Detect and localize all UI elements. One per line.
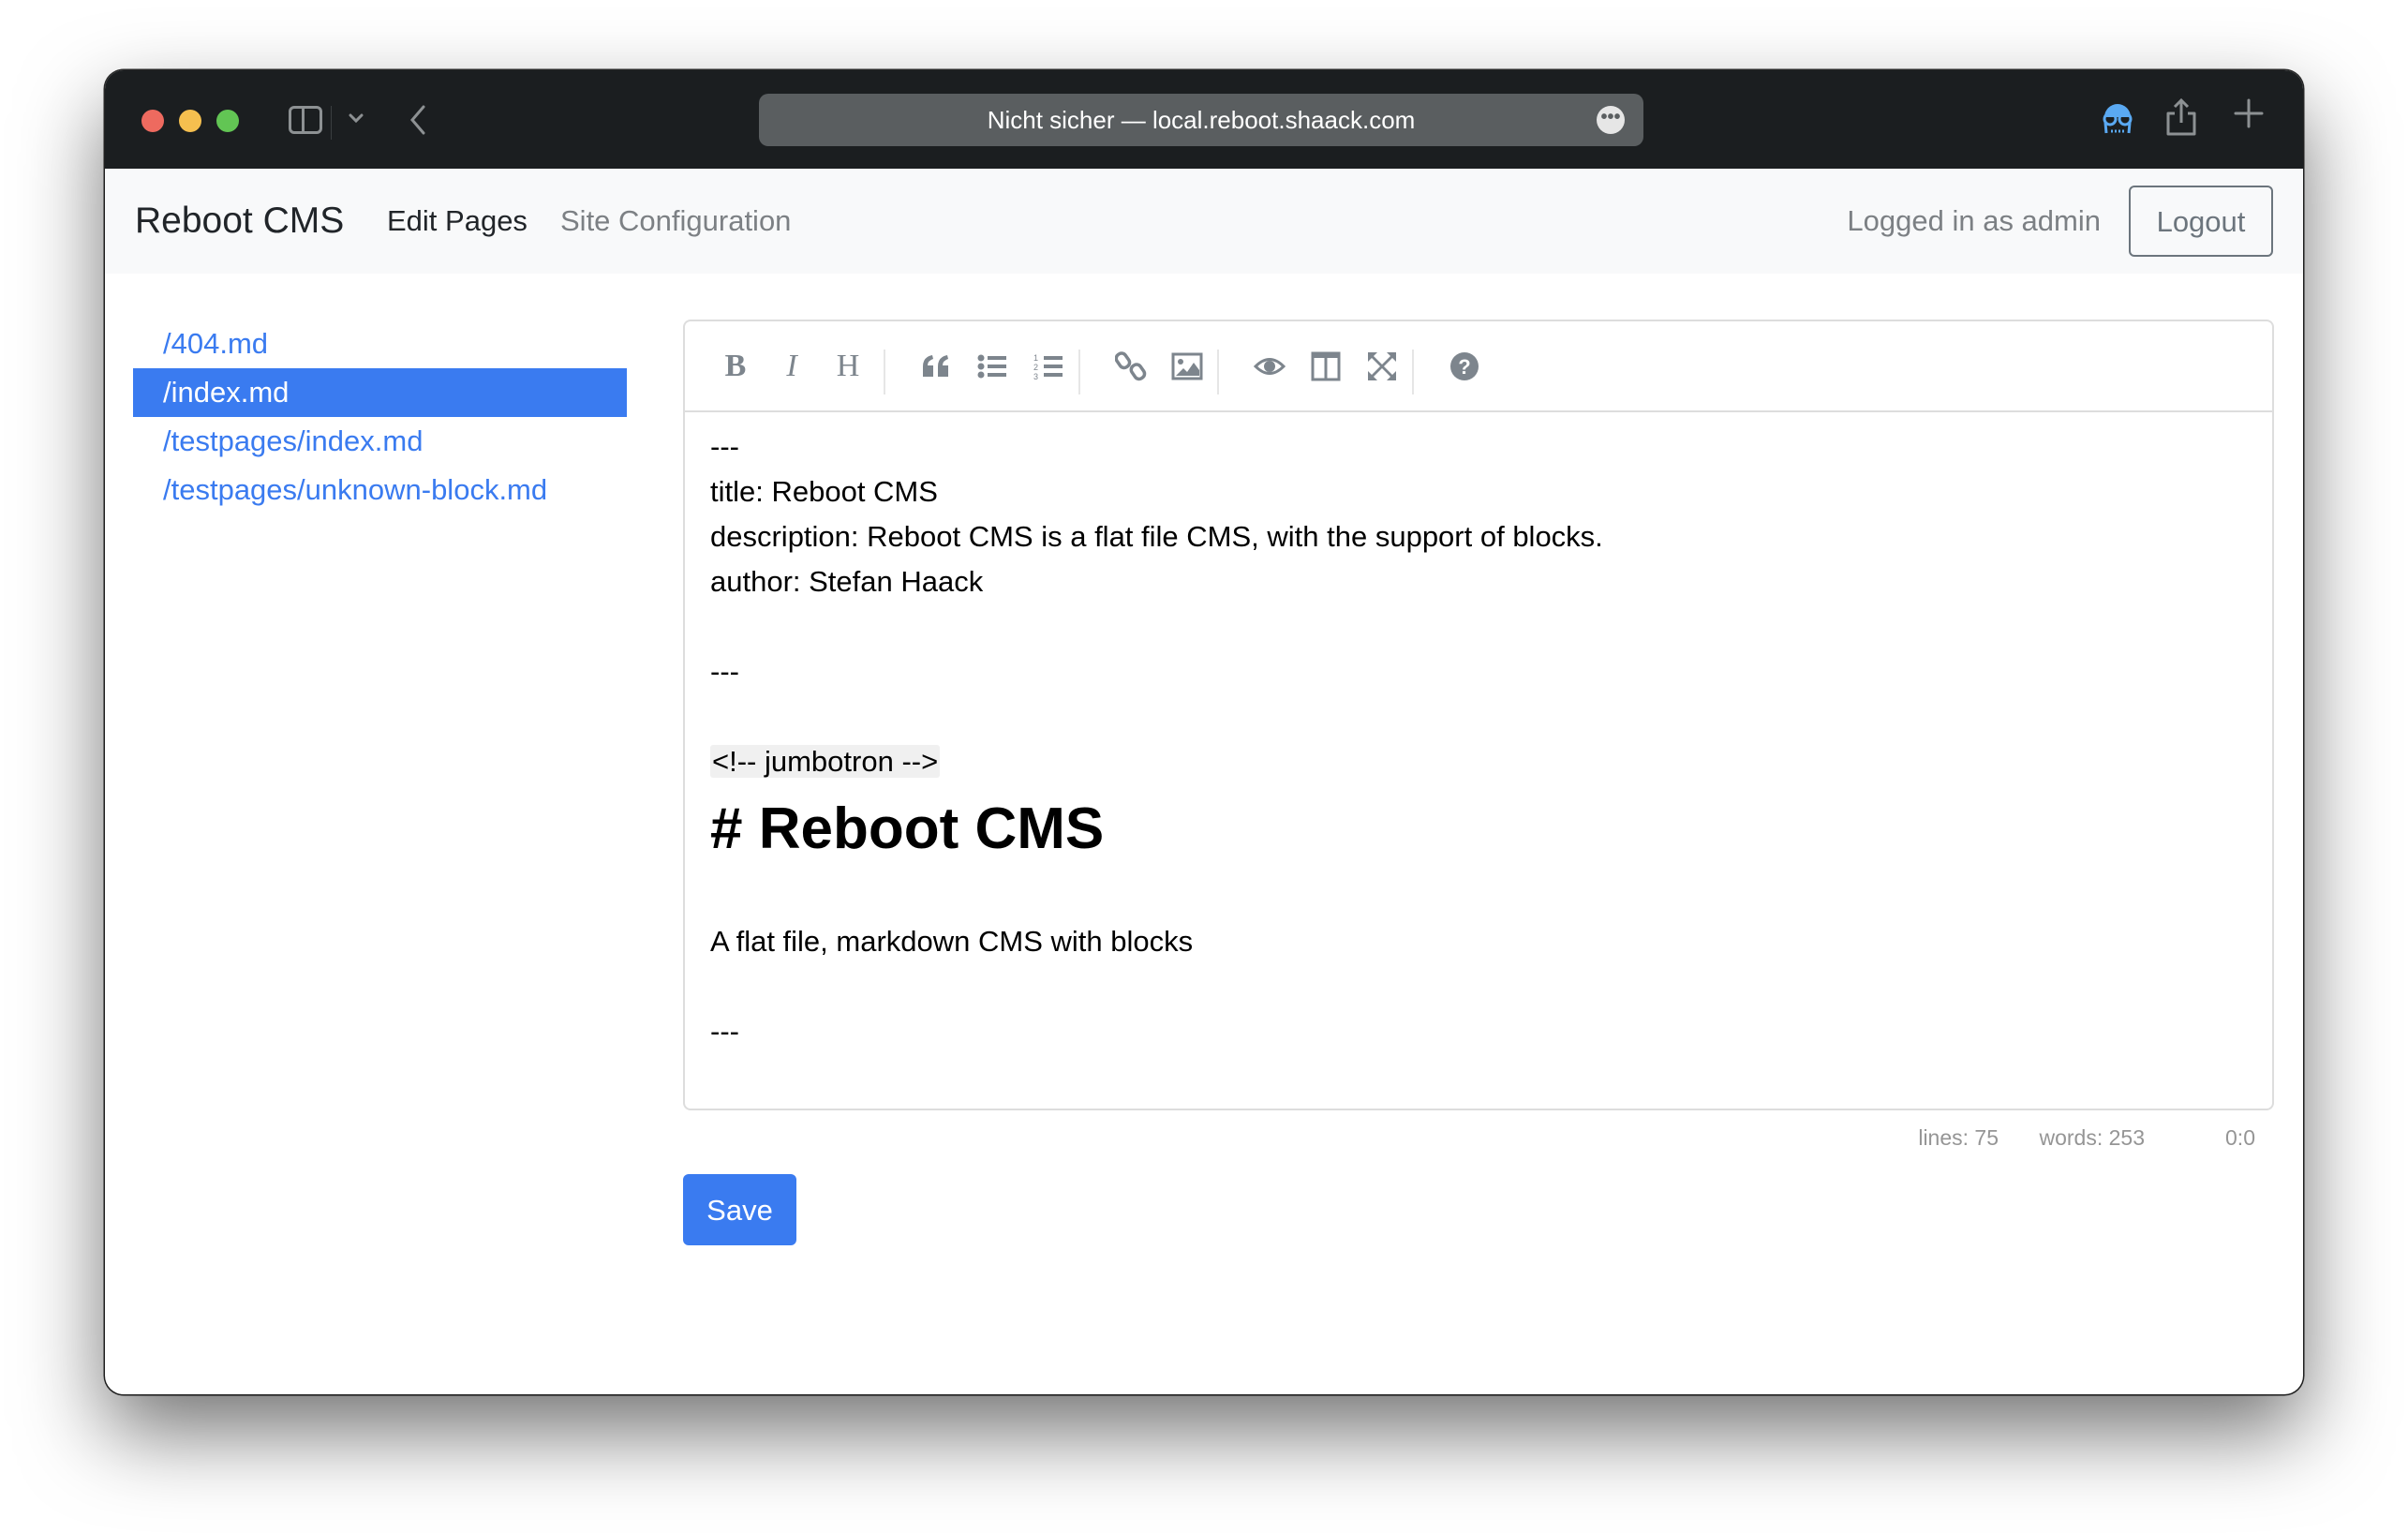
word-count: words: 253 bbox=[2039, 1125, 2145, 1150]
editor-line: title: Reboot CMS bbox=[710, 475, 938, 508]
line-count: lines: 75 bbox=[1918, 1125, 1999, 1150]
quote-icon[interactable] bbox=[914, 344, 959, 389]
editor-line: --- bbox=[710, 1015, 739, 1048]
privacy-report-icon[interactable] bbox=[2097, 97, 2138, 142]
titlebar-divider bbox=[331, 106, 332, 140]
markdown-editor: B I H 123 ? --- title: Reboot CMS descri… bbox=[683, 320, 2274, 1110]
fullscreen-icon[interactable] bbox=[1360, 344, 1405, 389]
file-item[interactable]: /404.md bbox=[133, 320, 627, 368]
editor-comment-line: <!-- jumbotron --> bbox=[710, 745, 941, 778]
unordered-list-icon[interactable] bbox=[970, 344, 1015, 389]
sidebar-toggle-icon[interactable] bbox=[289, 106, 322, 134]
browser-titlebar: Nicht sicher — local.reboot.shaack.com •… bbox=[105, 70, 2303, 169]
editor-line: A flat file, markdown CMS with blocks bbox=[710, 925, 1194, 958]
maximize-window-button[interactable] bbox=[216, 110, 239, 132]
back-arrow-icon[interactable] bbox=[407, 104, 429, 141]
svg-text:2: 2 bbox=[1033, 363, 1038, 372]
editor-heading-line: # Reboot CMS bbox=[710, 796, 1105, 861]
logout-button[interactable]: Logout bbox=[2129, 186, 2273, 257]
page-file-list: /404.md /index.md /testpages/index.md /t… bbox=[133, 320, 627, 514]
save-button[interactable]: Save bbox=[683, 1174, 796, 1245]
minimize-window-button[interactable] bbox=[179, 110, 201, 132]
svg-text:1: 1 bbox=[1033, 353, 1038, 363]
chevron-down-icon[interactable] bbox=[348, 104, 364, 137]
editor-content[interactable]: --- title: Reboot CMS description: Reboo… bbox=[710, 424, 2253, 1054]
preview-icon[interactable] bbox=[1247, 344, 1292, 389]
svg-text:?: ? bbox=[1458, 355, 1470, 379]
file-item[interactable]: /testpages/unknown-block.md bbox=[133, 466, 627, 514]
nav-site-configuration[interactable]: Site Configuration bbox=[560, 169, 791, 274]
file-item[interactable]: /testpages/index.md bbox=[133, 417, 627, 466]
heading-icon[interactable]: H bbox=[825, 344, 870, 389]
help-icon[interactable]: ? bbox=[1442, 344, 1487, 389]
top-navbar: Reboot CMS Edit Pages Site Configuration… bbox=[105, 169, 2303, 274]
new-tab-icon[interactable] bbox=[2234, 98, 2264, 133]
logged-in-status: Logged in as admin bbox=[1847, 204, 2101, 237]
editor-line: description: Reboot CMS is a flat file C… bbox=[710, 520, 1603, 553]
toolbar-separator bbox=[1412, 350, 1414, 394]
image-icon[interactable] bbox=[1165, 344, 1210, 389]
address-bar[interactable]: Nicht sicher — local.reboot.shaack.com •… bbox=[759, 94, 1643, 146]
bold-icon[interactable]: B bbox=[713, 344, 758, 389]
nav-edit-pages[interactable]: Edit Pages bbox=[387, 169, 528, 274]
toolbar-separator bbox=[884, 350, 885, 394]
url-text: Nicht sicher — local.reboot.shaack.com bbox=[987, 106, 1416, 134]
editor-line: --- bbox=[710, 430, 739, 463]
svg-text:3: 3 bbox=[1033, 372, 1038, 381]
toolbar-separator bbox=[1078, 350, 1080, 394]
close-window-button[interactable] bbox=[141, 110, 164, 132]
share-icon[interactable] bbox=[2164, 97, 2198, 142]
editor-line: author: Stefan Haack bbox=[710, 565, 984, 598]
more-options-icon[interactable]: ••• bbox=[1597, 106, 1625, 134]
editor-statusbar: lines: 75 words: 253 0:0 bbox=[683, 1125, 2274, 1163]
cursor-position: 0:0 bbox=[2225, 1125, 2255, 1150]
brand-logo[interactable]: Reboot CMS bbox=[135, 169, 344, 274]
file-item-active[interactable]: /index.md bbox=[133, 368, 627, 417]
link-icon[interactable] bbox=[1108, 344, 1153, 389]
side-by-side-icon[interactable] bbox=[1303, 344, 1348, 389]
editor-line: --- bbox=[710, 655, 739, 688]
toolbar-separator bbox=[1217, 350, 1219, 394]
ordered-list-icon[interactable]: 123 bbox=[1026, 344, 1071, 389]
editor-toolbar: B I H 123 ? bbox=[685, 321, 2272, 412]
italic-icon[interactable]: I bbox=[769, 344, 814, 389]
browser-window: Nicht sicher — local.reboot.shaack.com •… bbox=[105, 70, 2303, 1394]
